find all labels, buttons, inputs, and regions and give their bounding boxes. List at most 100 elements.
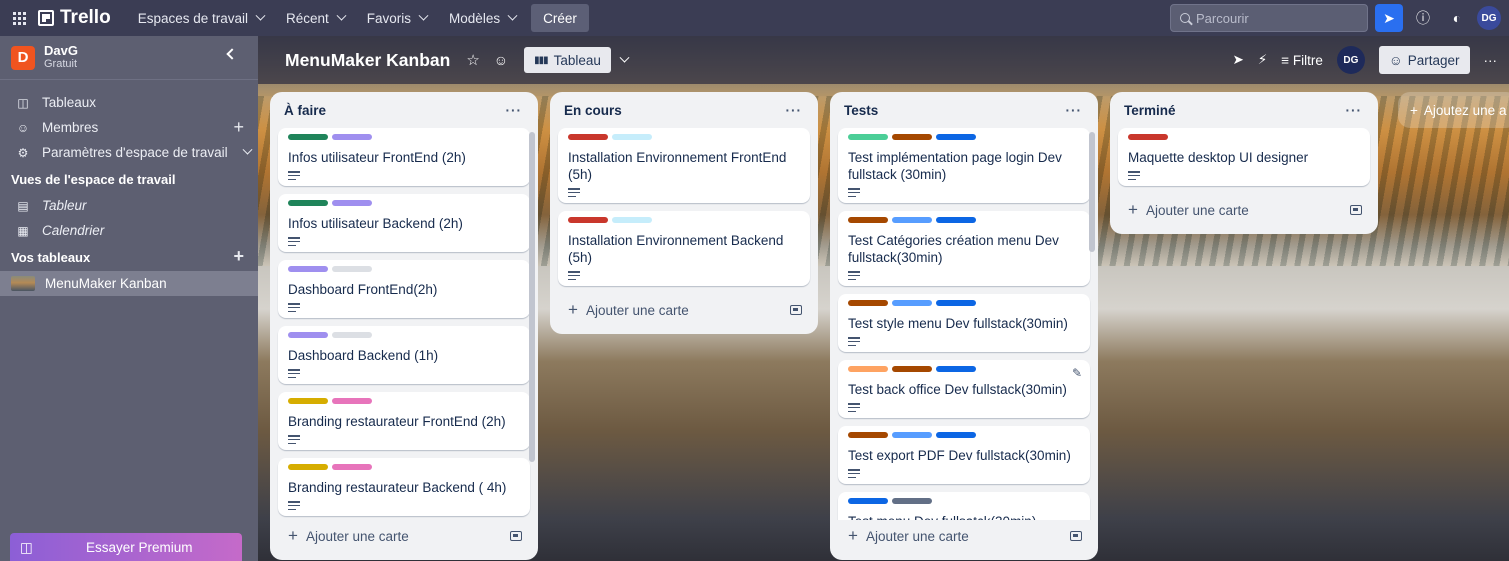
- card-label[interactable]: [892, 300, 932, 306]
- card-label[interactable]: [892, 134, 932, 140]
- list-header[interactable]: En cours ···: [550, 92, 818, 128]
- card-label[interactable]: [288, 464, 328, 470]
- card-label[interactable]: [332, 200, 372, 206]
- card-label[interactable]: [332, 134, 372, 140]
- add-list-button[interactable]: + Ajoutez une a: [1398, 92, 1509, 128]
- card[interactable]: Installation Environnement Backend (5h): [558, 211, 810, 286]
- list-scrollbar[interactable]: [1089, 132, 1095, 252]
- card-template-icon[interactable]: [790, 305, 802, 315]
- search-input[interactable]: Parcourir: [1170, 4, 1368, 32]
- workspace-header[interactable]: D DavG Gratuit: [0, 36, 258, 80]
- card-label[interactable]: [288, 266, 328, 272]
- edit-pencil-icon[interactable]: ✎: [1072, 366, 1082, 380]
- card[interactable]: Test implémentation page login Dev fulls…: [838, 128, 1090, 203]
- card-label[interactable]: [568, 134, 608, 140]
- card-label[interactable]: [848, 432, 888, 438]
- app-switcher-icon[interactable]: [0, 0, 38, 36]
- card-label[interactable]: [288, 398, 328, 404]
- member-avatar[interactable]: DG: [1336, 46, 1365, 74]
- card[interactable]: Test menu Dev fullsatck(30min): [838, 492, 1090, 520]
- user-avatar[interactable]: DG: [1477, 6, 1501, 30]
- card-label[interactable]: [848, 134, 888, 140]
- theme-icon[interactable]: ◐: [1443, 4, 1471, 32]
- collapse-sidebar-icon[interactable]: [226, 48, 238, 60]
- card[interactable]: Test export PDF Dev fullstack(30min): [838, 426, 1090, 484]
- list-header[interactable]: Terminé ···: [1110, 92, 1378, 128]
- create-button[interactable]: Créer: [531, 4, 589, 32]
- card-label[interactable]: [848, 300, 888, 306]
- card-label[interactable]: [892, 217, 932, 223]
- card-label[interactable]: [288, 134, 328, 140]
- menu-workspaces[interactable]: Espaces de travail: [127, 4, 275, 32]
- chevron-down-icon[interactable]: [619, 52, 630, 63]
- card-label[interactable]: [892, 432, 932, 438]
- card-label[interactable]: [848, 366, 888, 372]
- card-label[interactable]: [288, 332, 328, 338]
- sidebar-item-calendar[interactable]: ▦ Calendrier: [0, 218, 258, 243]
- board-title[interactable]: MenuMaker Kanban: [285, 50, 450, 71]
- card[interactable]: Infos utilisateur Backend (2h): [278, 194, 530, 252]
- view-switcher-button[interactable]: ▮▮▮ Tableau: [524, 47, 611, 73]
- add-member-icon[interactable]: +: [233, 117, 244, 138]
- card-label[interactable]: [288, 200, 328, 206]
- card-template-icon[interactable]: [1070, 531, 1082, 541]
- star-icon[interactable]: ☆: [466, 51, 479, 69]
- add-card-button[interactable]: + Ajouter une carte: [830, 520, 1098, 552]
- list-menu-icon[interactable]: ···: [1346, 103, 1363, 118]
- card-label[interactable]: [332, 398, 372, 404]
- card-label[interactable]: [1128, 134, 1168, 140]
- card[interactable]: Installation Environnement FrontEnd (5h): [558, 128, 810, 203]
- visibility-icon[interactable]: ☺: [494, 52, 508, 68]
- card-label[interactable]: [612, 217, 652, 223]
- sidebar-board-menumaker[interactable]: MenuMaker Kanban: [0, 271, 258, 296]
- menu-recent[interactable]: Récent: [275, 4, 356, 32]
- sidebar-item-settings[interactable]: ⚙ Paramètres d'espace de travail: [0, 140, 258, 165]
- card-label[interactable]: [936, 432, 976, 438]
- notifications-icon[interactable]: ➤: [1375, 4, 1403, 32]
- card-label[interactable]: [936, 300, 976, 306]
- card[interactable]: Test Catégories création menu Dev fullst…: [838, 211, 1090, 286]
- list-menu-icon[interactable]: ···: [786, 103, 803, 118]
- add-board-icon[interactable]: +: [233, 246, 244, 267]
- list-header[interactable]: Tests ···: [830, 92, 1098, 128]
- share-button[interactable]: ☺ Partager: [1378, 46, 1470, 74]
- list-scrollbar[interactable]: [529, 132, 535, 462]
- list-header[interactable]: À faire ···: [270, 92, 538, 128]
- sidebar-item-table[interactable]: ▤ Tableur: [0, 193, 258, 218]
- card-label[interactable]: [936, 217, 976, 223]
- help-icon[interactable]: ⓘ: [1409, 4, 1437, 32]
- card-label[interactable]: [936, 366, 976, 372]
- card-template-icon[interactable]: [1350, 205, 1362, 215]
- add-card-button[interactable]: + Ajouter une carte: [550, 294, 818, 326]
- card-template-icon[interactable]: [510, 531, 522, 541]
- list-menu-icon[interactable]: ···: [506, 103, 523, 118]
- power-ups-icon[interactable]: ➤: [1232, 52, 1243, 68]
- card-label[interactable]: [332, 464, 372, 470]
- menu-starred[interactable]: Favoris: [356, 4, 438, 32]
- card[interactable]: Branding restaurateur FrontEnd (2h): [278, 392, 530, 450]
- card-label[interactable]: [612, 134, 652, 140]
- card[interactable]: Test back office Dev fullstack(30min) ✎: [838, 360, 1090, 418]
- card[interactable]: Maquette desktop UI designer: [1118, 128, 1370, 186]
- card-label[interactable]: [568, 217, 608, 223]
- list-title[interactable]: En cours: [564, 103, 622, 118]
- card-label[interactable]: [892, 498, 932, 504]
- menu-templates[interactable]: Modèles: [438, 4, 527, 32]
- add-card-button[interactable]: + Ajouter une carte: [270, 520, 538, 552]
- list-title[interactable]: Terminé: [1124, 103, 1176, 118]
- trello-logo[interactable]: Trello: [38, 7, 111, 29]
- filter-button[interactable]: ≡ Filtre: [1281, 53, 1323, 68]
- card[interactable]: Infos utilisateur FrontEnd (2h): [278, 128, 530, 186]
- sidebar-item-boards[interactable]: ◫ Tableaux: [0, 90, 258, 115]
- card[interactable]: Branding restaurateur Backend ( 4h): [278, 458, 530, 516]
- list-menu-icon[interactable]: ···: [1066, 103, 1083, 118]
- add-card-button[interactable]: + Ajouter une carte: [1110, 194, 1378, 226]
- automation-icon[interactable]: ⚡: [1258, 52, 1267, 68]
- card-label[interactable]: [332, 266, 372, 272]
- card-label[interactable]: [892, 366, 932, 372]
- card[interactable]: Dashboard Backend (1h): [278, 326, 530, 384]
- card[interactable]: Dashboard FrontEnd(2h): [278, 260, 530, 318]
- card[interactable]: Test style menu Dev fullstack(30min): [838, 294, 1090, 352]
- list-title[interactable]: Tests: [844, 103, 878, 118]
- more-options-icon[interactable]: ···: [1484, 53, 1498, 68]
